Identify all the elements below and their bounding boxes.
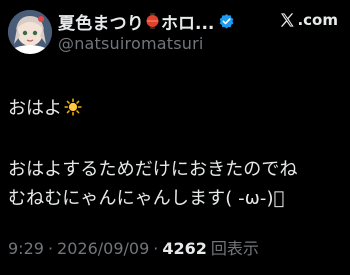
tweet-text-line-1: おはよ bbox=[8, 94, 82, 120]
display-name-rest[interactable]: ホロ... bbox=[161, 9, 214, 34]
brand-text: .com bbox=[297, 11, 338, 29]
verified-badge-icon bbox=[218, 13, 235, 30]
views-count: 4262 bbox=[162, 239, 207, 258]
tweet-date[interactable]: 2026/09/09 bbox=[57, 239, 149, 258]
meta-separator: · bbox=[47, 239, 54, 258]
name-row[interactable]: 夏色まつり ホロ... bbox=[58, 9, 235, 34]
tweet-card: 夏色まつり ホロ... @natsuiromatsuri .com おはよ おは… bbox=[0, 0, 350, 275]
tweet-time[interactable]: 9:29 bbox=[8, 239, 44, 258]
views-label: 回表示 bbox=[210, 239, 259, 258]
tweet-text-line-2: おはよするためだけにおきたのでね bbox=[8, 159, 298, 180]
tweet-meta: 9:29 · 2026/09/09 · 4262 回表示 bbox=[8, 235, 259, 259]
sun-icon bbox=[64, 98, 82, 116]
lantern-icon bbox=[146, 13, 159, 29]
avatar-image bbox=[8, 10, 52, 54]
x-logo-icon bbox=[281, 13, 295, 27]
avatar[interactable] bbox=[8, 10, 52, 54]
display-name[interactable]: 夏色まつり bbox=[58, 9, 144, 34]
tweet-greeting: おはよ bbox=[8, 98, 62, 119]
brand-link[interactable]: .com bbox=[279, 10, 338, 30]
tweet-text-line-3: むねむにゃんにゃんします( -ω-)ﾞ bbox=[8, 188, 285, 209]
user-handle[interactable]: @natsuiromatsuri bbox=[58, 34, 204, 53]
meta-separator: · bbox=[153, 239, 159, 258]
